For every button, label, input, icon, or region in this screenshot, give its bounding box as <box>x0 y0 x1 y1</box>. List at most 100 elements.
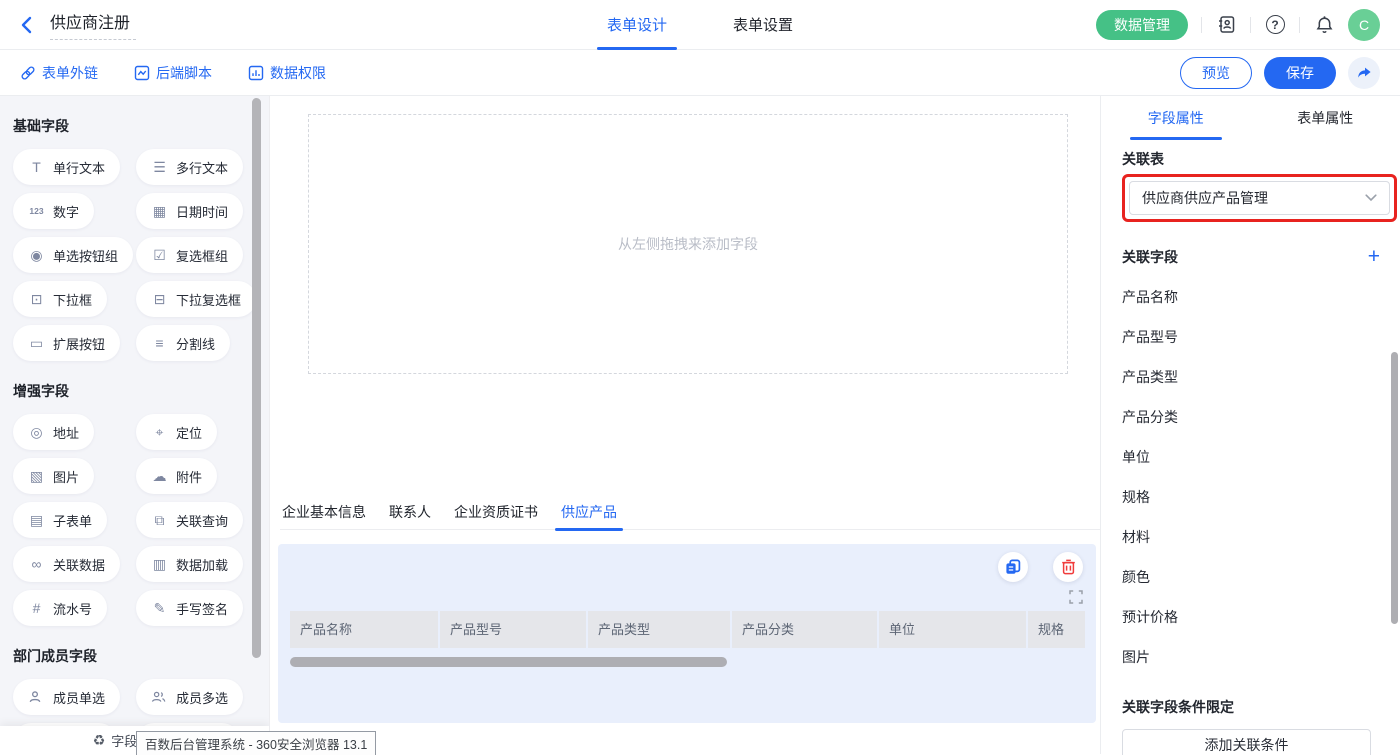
sidebar-scrollbar[interactable] <box>252 98 261 658</box>
field-pill-label: 关联查询 <box>176 511 228 530</box>
column-header: 产品型号 <box>440 611 586 648</box>
permission-chart-icon <box>248 65 264 81</box>
field-pill-label: 扩展按钮 <box>53 334 105 353</box>
field-pill-subform[interactable]: ▤子表单 <box>13 502 107 538</box>
field-pill-attachment[interactable]: ☁附件 <box>136 458 217 494</box>
field-pill-image[interactable]: ▧图片 <box>13 458 94 494</box>
dropdown-icon: ⊡ <box>28 292 45 306</box>
column-header: 单位 <box>879 611 1026 648</box>
tab-supply-products[interactable]: 供应产品 <box>559 494 619 530</box>
tab-company-info[interactable]: 企业基本信息 <box>280 494 368 530</box>
data-permission-item[interactable]: 数据权限 <box>248 63 326 83</box>
help-glyph: ? <box>1266 15 1285 34</box>
field-pill-signature[interactable]: ✎手写签名 <box>136 590 243 626</box>
field-pill-lookup[interactable]: ⧉关联查询 <box>136 502 243 538</box>
column-header: 产品类型 <box>588 611 730 648</box>
properties-scrollbar[interactable] <box>1391 352 1398 624</box>
tab-form-design[interactable]: 表单设计 <box>603 0 671 50</box>
toolbar-links: 表单外链 后端脚本 数据权限 <box>20 63 326 83</box>
avatar[interactable]: C <box>1348 9 1380 41</box>
field-pill-label: 数字 <box>53 202 79 221</box>
notification-bell-icon[interactable] <box>1313 14 1335 36</box>
related-field-item[interactable]: 材料 <box>1122 527 1400 547</box>
data-manage-button[interactable]: 数据管理 <box>1096 10 1188 40</box>
column-header: 规格 <box>1028 611 1085 648</box>
related-field-item[interactable]: 图片 <box>1122 647 1400 667</box>
related-field-item[interactable]: 单位 <box>1122 447 1400 467</box>
field-pill-member-multi[interactable]: 成员多选 <box>136 679 243 715</box>
field-pill-label: 定位 <box>176 423 202 442</box>
field-pill-divider[interactable]: ≡分割线 <box>136 325 230 361</box>
related-field-item[interactable]: 产品类型 <box>1122 367 1400 387</box>
button-icon: ▭ <box>28 336 45 350</box>
related-fields-label: 关联字段 <box>1122 247 1178 267</box>
selected-subform-widget[interactable]: 产品名称 产品型号 产品类型 产品分类 单位 规格 <box>278 544 1096 723</box>
tab-qualification[interactable]: 企业资质证书 <box>452 494 540 530</box>
add-field-icon[interactable]: + <box>1368 246 1380 267</box>
back-icon[interactable] <box>20 14 42 36</box>
expand-icon[interactable] <box>1069 590 1083 604</box>
field-pill-label: 子表单 <box>53 511 92 530</box>
page-title: 供应商注册 <box>50 9 136 33</box>
field-pill-extend-button[interactable]: ▭ 扩展按钮 <box>13 325 120 361</box>
pen-icon: ✎ <box>151 601 168 615</box>
copy-button[interactable] <box>998 552 1028 582</box>
app-header: 供应商注册 表单设计 表单设置 数据管理 ? C <box>0 0 1400 50</box>
field-pill-select[interactable]: ⊡下拉框 <box>13 281 107 317</box>
tab-field-properties[interactable]: 字段属性 <box>1101 96 1251 140</box>
cloud-upload-icon: ☁ <box>151 469 168 483</box>
related-field-item[interactable]: 产品分类 <box>1122 407 1400 427</box>
checkbox-icon: ☑ <box>151 248 168 262</box>
field-pill-address[interactable]: ◎地址 <box>13 414 94 450</box>
related-field-item[interactable]: 预计价格 <box>1122 607 1400 627</box>
drop-zone[interactable]: 从左侧拖拽来添加字段 <box>308 114 1068 374</box>
subform-table-header: 产品名称 产品型号 产品类型 产品分类 单位 规格 <box>290 611 1085 648</box>
column-header: 产品分类 <box>732 611 877 648</box>
tab-contact[interactable]: 联系人 <box>387 494 433 530</box>
related-field-item[interactable]: 颜色 <box>1122 567 1400 587</box>
script-icon <box>134 65 150 81</box>
field-pill-linked-data[interactable]: ∞关联数据 <box>13 546 120 582</box>
related-field-item[interactable]: 规格 <box>1122 487 1400 507</box>
tab-form-settings[interactable]: 表单设置 <box>729 0 797 50</box>
field-pill-data-load[interactable]: ▥数据加载 <box>136 546 243 582</box>
share-button[interactable] <box>1348 57 1380 89</box>
widget-actions <box>998 552 1083 582</box>
condition-label: 关联字段条件限定 <box>1122 697 1400 717</box>
field-pill-checkbox-group[interactable]: ☑复选框组 <box>136 237 243 273</box>
preview-button[interactable]: 预览 <box>1180 57 1252 89</box>
field-pill-single-text[interactable]: T单行文本 <box>13 149 120 185</box>
bar-chart-icon: ▥ <box>151 557 168 571</box>
field-pill-multi-select[interactable]: ⊟下拉复选框 <box>136 281 256 317</box>
field-library-sidebar: 基础字段 T单行文本 ☰多行文本 123数字 ▦日期时间 ◉单选按钮组 ☑复选框… <box>0 96 270 754</box>
drop-zone-placeholder: 从左侧拖拽来添加字段 <box>618 234 758 254</box>
text-icon: T <box>28 160 45 174</box>
add-condition-button[interactable]: 添加关联条件 <box>1122 729 1371 755</box>
external-link-item[interactable]: 表单外链 <box>20 63 98 83</box>
save-button[interactable]: 保存 <box>1264 57 1336 89</box>
field-pill-multi-text[interactable]: ☰多行文本 <box>136 149 243 185</box>
form-canvas: 从左侧拖拽来添加字段 企业基本信息 联系人 企业资质证书 供应产品 <box>270 96 1100 754</box>
tab-form-properties[interactable]: 表单属性 <box>1251 96 1400 140</box>
field-pill-label: 关联数据 <box>53 555 105 574</box>
field-pill-datetime[interactable]: ▦日期时间 <box>136 193 243 229</box>
divider <box>1201 17 1202 33</box>
backend-script-item[interactable]: 后端脚本 <box>134 63 212 83</box>
horizontal-scrollbar[interactable] <box>290 657 727 667</box>
serial-icon: # <box>28 601 45 615</box>
related-table-label: 关联表 <box>1122 149 1400 169</box>
field-pill-member-single[interactable]: 成员单选 <box>13 679 120 715</box>
field-pill-label: 下拉复选框 <box>176 290 241 309</box>
field-pill-location[interactable]: ⌖定位 <box>136 414 217 450</box>
related-table-select[interactable]: 供应商供应产品管理 <box>1129 181 1390 215</box>
address-book-icon[interactable] <box>1215 14 1237 36</box>
related-field-item[interactable]: 产品型号 <box>1122 327 1400 347</box>
related-field-item[interactable]: 产品名称 <box>1122 287 1400 307</box>
field-pill-number[interactable]: 123数字 <box>13 193 94 229</box>
delete-button[interactable] <box>1053 552 1083 582</box>
header-right: 数据管理 ? C <box>1096 9 1380 41</box>
field-pill-serial-number[interactable]: #流水号 <box>13 590 107 626</box>
map-pin-icon: ◎ <box>28 425 45 439</box>
field-pill-radio-group[interactable]: ◉单选按钮组 <box>13 237 133 273</box>
help-icon[interactable]: ? <box>1264 14 1286 36</box>
